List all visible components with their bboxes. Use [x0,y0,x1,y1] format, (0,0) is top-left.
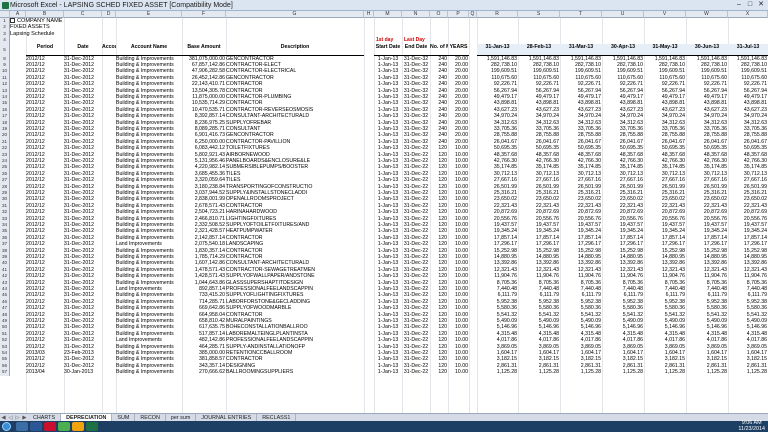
chrome-icon[interactable] [58,422,70,431]
heading-text: Lapsing Schedule [10,30,55,37]
column-title: Start Date [374,44,402,56]
column-header[interactable]: E [116,11,182,18]
depreciation-cell[interactable]: 1,125.28 [728,369,768,375]
column-title: Base Amount [182,44,226,56]
column-title: Period [26,44,64,56]
end-date-cell[interactable]: 31-Dec-22 [402,369,430,375]
column-header[interactable]: M [374,11,402,18]
start-button-icon[interactable] [2,422,11,431]
month-header: 31-Jul-13 [728,43,768,56]
system-clock[interactable]: 9:06 AM 11/23/2014 [738,420,765,432]
depreciation-cell[interactable]: 1,125.28 [560,369,602,375]
column-title: Account Name [116,44,182,56]
clock-date: 11/23/2014 [738,425,765,432]
sheet-heading: Lapsing Schedule [10,31,54,37]
month-header: 30-Jun-13 [686,43,728,56]
checkbox-icon[interactable] [10,18,15,24]
month-header: 31-May-13 [644,43,686,56]
row-header[interactable]: 57 [0,369,10,376]
column-title: Description [226,44,364,56]
column-header[interactable]: V [644,11,686,18]
column-header[interactable]: B [26,11,64,18]
date-cell[interactable]: 30-Jan-2013 [64,369,102,375]
windows-taskbar: 9:06 AM 11/23/2014 [0,420,768,432]
depreciation-cell[interactable]: 1,125.28 [477,369,518,375]
years-cell[interactable]: 10.00 [448,369,469,375]
row-header[interactable]: 5 [0,43,10,56]
depreciation-cell[interactable]: 1,125.28 [644,369,686,375]
month-header: 31-Jan-13 [477,43,518,56]
column-title: Date [64,44,102,56]
excel-taskbar-icon[interactable] [86,422,98,431]
column-header[interactable]: A [10,11,26,18]
column-header[interactable]: C [64,11,102,18]
select-all-corner[interactable] [0,11,10,18]
column-header[interactable]: P [448,11,469,18]
description-cell[interactable]: BALLROOMINGSUPPLIERS [226,369,364,375]
table-row[interactable]: 2013/04 30-Jan-2013 Building & Improvement… [10,369,768,375]
column-header[interactable]: F [182,11,226,18]
column-header[interactable]: H [364,11,374,18]
media-icon[interactable] [44,422,56,431]
explorer-icon[interactable] [16,422,28,431]
column-title: End Date [402,44,430,56]
window-title: Microsoft Excel - LAPSING SCHED FIXED AS… [10,2,233,9]
column-header[interactable]: G [226,11,364,18]
column-headers: ABCDEFGHMNOPQRSTUVWX [0,11,768,18]
minimize-icon[interactable]: – [734,1,744,9]
account-name-cell[interactable]: Building & Improvements [116,369,182,375]
month-header: 28-Feb-13 [518,43,560,56]
months-cell[interactable]: 120 [430,369,448,375]
column-header[interactable]: Q [469,11,477,18]
month-header: 31-Mar-13 [560,43,602,56]
excel-icon [2,2,9,9]
sheet-tab-bar: ◀ ◁ ▷ ▶ CHARTS DEPRECIATION SUM RECON per sum JOU… [0,413,768,422]
start-date-cell[interactable]: 1-Jan-13 [374,369,402,375]
folder-icon[interactable] [72,422,84,431]
column-header[interactable]: X [728,11,768,18]
table-header-row: PeriodDateAccount Number Base AmountDescr… [10,43,768,56]
column-header[interactable]: D [102,11,116,18]
month-header: 30-Apr-13 [602,43,644,56]
maximize-icon[interactable]: □ [745,1,755,9]
column-header[interactable]: O [430,11,448,18]
heading-text: FIXED ASSETS [10,24,50,31]
excel-window: Microsoft Excel - LAPSING SCHED FIXED AS… [0,0,768,432]
title-bar: Microsoft Excel - LAPSING SCHED FIXED AS… [0,0,768,11]
column-header[interactable]: R [477,11,518,18]
close-icon[interactable]: ✕ [756,1,766,9]
worksheet-grid[interactable]: ABCDEFGHMNOPQRSTUVWX 1 COMPANY NAME 2 FIXED… [0,11,768,413]
column-header[interactable]: N [402,11,430,18]
column-title: YEARS [448,44,469,56]
base-amount-cell[interactable]: 270,666.62 [182,369,226,375]
column-title: Account Number [102,44,116,56]
depreciation-cell[interactable]: 1,125.28 [686,369,728,375]
heading-text: COMPANY NAME [17,18,63,24]
column-header[interactable]: U [602,11,644,18]
column-header[interactable]: W [686,11,728,18]
column-header[interactable]: S [518,11,560,18]
depreciation-cell[interactable]: 1,125.28 [602,369,644,375]
column-title: No. of Mos [430,44,448,56]
ie-icon[interactable] [30,422,42,431]
depreciation-cell[interactable]: 1,125.28 [518,369,560,375]
period-cell[interactable]: 2013/04 [26,369,64,375]
column-header[interactable]: T [560,11,602,18]
